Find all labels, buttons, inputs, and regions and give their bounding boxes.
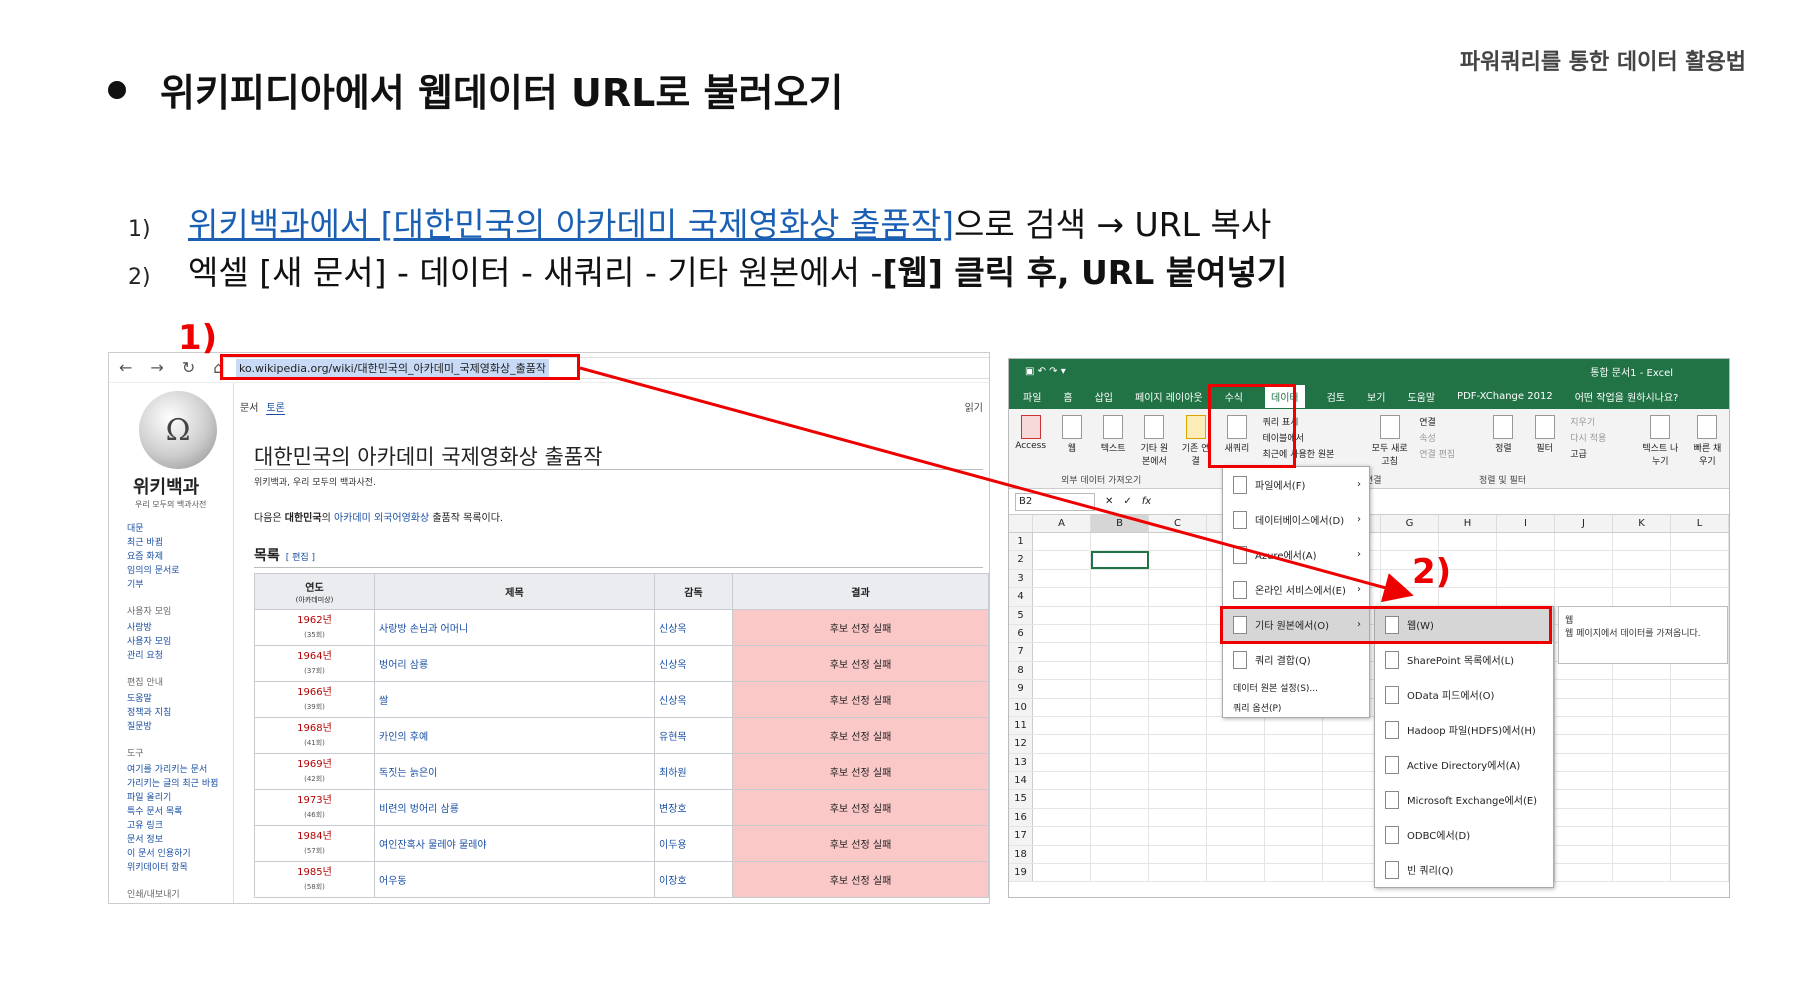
pointer-arrow [579, 366, 1414, 603]
arrow-overlay [579, 366, 1414, 603]
